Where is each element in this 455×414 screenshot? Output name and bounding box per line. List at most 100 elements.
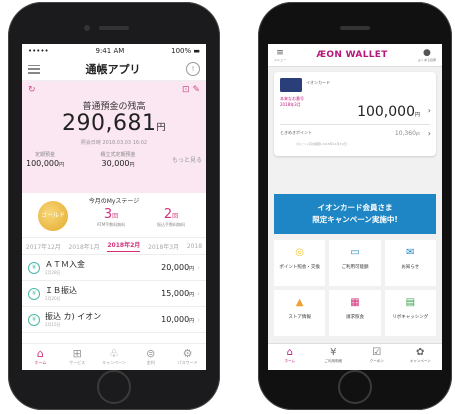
grid-item-available[interactable]: ▭ ご利用可能額 xyxy=(329,240,381,286)
tab-campaign[interactable]: ♧ キャンペーン xyxy=(96,344,133,370)
aeon-wallet-screen: ≡ メニュー ÆON WALLET ● よくある質問 イオンカード 本来なお番号… xyxy=(268,44,442,370)
transaction-row[interactable]: ¥ ＩＢ振込 2月20日 15,000円 › xyxy=(22,281,206,307)
tab-campaign[interactable]: ✿ キャンペーン xyxy=(399,344,443,370)
points-note: （ポイント有効期限 2018年12月31日） xyxy=(294,142,350,146)
app-header: ≡ メニュー ÆON WALLET ● よくある質問 xyxy=(268,44,442,67)
phone-left: ••••• 9:41 AM 100% ▬ 通帳アプリ ! ↻ ⊡ ✎ 普通預金の… xyxy=(8,2,220,410)
faq-button[interactable]: ● よくある質問 xyxy=(417,47,436,62)
balance-toolbar: ↻ ⊡ ✎ xyxy=(22,85,206,95)
tab-home[interactable]: ⌂ ホーム xyxy=(268,344,312,370)
card-tag: 本来なお番号 2018年3月 xyxy=(280,96,304,107)
grid-icon: ⊞ xyxy=(72,347,82,360)
nav-bar: 通帳アプリ ! xyxy=(22,58,206,81)
tab-month-active[interactable]: 2018年2月 xyxy=(107,240,141,252)
aeon-wallet-logo: ÆON WALLET xyxy=(316,50,388,60)
banner-line-1: イオンカード会員さま xyxy=(317,203,393,212)
refresh-icon[interactable]: ↻ xyxy=(28,85,36,95)
points-value: 10,360pt xyxy=(394,130,420,137)
month-tabs: 2017年12月 2018年1月 2018年2月 2018年3月 2018 xyxy=(22,238,206,255)
user-icon: ● xyxy=(423,47,431,58)
time-deposit-label: 定期預金 xyxy=(35,152,56,158)
store-icon: ▲ xyxy=(295,297,304,308)
carrier-signal: ••••• xyxy=(28,47,49,55)
edit-icons[interactable]: ⊡ ✎ xyxy=(182,85,200,95)
tab-coupon[interactable]: ☑ クーポン xyxy=(355,344,399,370)
camera-icon xyxy=(84,25,90,31)
banner-line-2: 限定キャンペーン実施中! xyxy=(312,215,398,224)
see-more-link[interactable]: もっと見る xyxy=(172,155,202,164)
faq-label: よくある質問 xyxy=(417,57,436,62)
balance-amount: 290,681円 xyxy=(22,111,206,136)
yen-icon: ¥ xyxy=(330,347,337,358)
tab-month[interactable]: 2018年1月 xyxy=(69,242,100,251)
transaction-name: ＡＴＭ入金 2月28日 xyxy=(45,260,85,275)
mail-icon: ✉ xyxy=(406,247,415,258)
transaction-amount: 10,000円 xyxy=(161,315,195,324)
coupon-icon: ☑ xyxy=(372,347,382,358)
balance-unit: 円 xyxy=(156,123,166,133)
card-amount: 100,000円 xyxy=(357,104,420,120)
balance-date: 照会日時 2018.03.03 16:02 xyxy=(80,140,148,146)
divider xyxy=(280,124,430,125)
grid-item-points[interactable]: ◎ ポイント照会・交換 xyxy=(274,240,326,286)
bottom-tab-bar: ⌂ ホーム ¥ ご利用明細 ☑ クーポン ✿ キャンペーン xyxy=(268,343,442,370)
tab-interest[interactable]: ⊜ 金利 xyxy=(132,344,169,370)
tab-month[interactable]: 2018 xyxy=(187,243,202,250)
installment-deposit-label: 積立式定期預金 xyxy=(100,152,136,158)
speaker-grille xyxy=(340,26,370,30)
chevron-right-icon: › xyxy=(197,289,200,298)
menu-button[interactable]: ≡ メニュー xyxy=(274,48,287,62)
time-deposit[interactable]: 定期預金 100,000円 xyxy=(26,151,64,168)
grid-item-revolving[interactable]: ▤ リボキャッシング xyxy=(384,290,436,336)
home-button[interactable] xyxy=(97,370,131,404)
transaction-amount: 20,000円 xyxy=(161,263,195,272)
credit-card-icon xyxy=(280,78,302,92)
menu-icon[interactable] xyxy=(28,64,40,74)
tab-password[interactable]: ⚙ パスワード xyxy=(169,344,206,370)
phone-right: ≡ メニュー ÆON WALLET ● よくある質問 イオンカード 本来なお番号… xyxy=(258,2,452,410)
tab-home[interactable]: ⌂ ホーム xyxy=(22,344,59,370)
calendar-icon: ▤ xyxy=(405,297,416,308)
menu-grid: ◎ ポイント照会・交換 ▭ ご利用可能額 ✉ お知らせ ▲ ストア情報 ▦ 請求照会 ▤ リ… xyxy=(274,240,436,336)
tab-statement[interactable]: ¥ ご利用明細 xyxy=(312,344,356,370)
passbook-app-screen: ••••• 9:41 AM 100% ▬ 通帳アプリ ! ↻ ⊡ ✎ 普通預金の… xyxy=(22,44,206,370)
gift-icon: ♧ xyxy=(109,347,119,360)
installment-deposit[interactable]: 積立式定期預金 30,000円 xyxy=(101,151,136,168)
gold-stage-badge: ゴールド xyxy=(38,201,68,231)
card-icon: ▭ xyxy=(350,247,360,258)
transaction-name: ＩＢ振込 2月20日 xyxy=(45,286,77,301)
chevron-right-icon: › xyxy=(427,106,431,115)
grid-item-billing[interactable]: ▦ 請求照会 xyxy=(329,290,381,336)
grid-item-news[interactable]: ✉ お知らせ xyxy=(384,240,436,286)
coin-icon: ◎ xyxy=(295,247,305,258)
home-button[interactable] xyxy=(338,370,372,404)
flower-icon: ✿ xyxy=(416,347,425,358)
tab-month[interactable]: 2018年3月 xyxy=(148,242,179,251)
balance-value: 290,681 xyxy=(62,111,157,136)
menu-label: メニュー xyxy=(274,57,287,62)
atm-free-count: 3回 ATM手数料無料 xyxy=(96,207,126,227)
transaction-name: 振込 カ) イオン 2月15日 xyxy=(45,312,102,327)
chevron-right-icon: › xyxy=(427,129,431,138)
yen-icon: ¥ xyxy=(28,287,40,300)
card-summary[interactable]: イオンカード 本来なお番号 2018年3月 100,000円 › ときめきポイント… xyxy=(274,72,436,156)
my-stage-section: 今月のMyステージ ゴールド 3回 ATM手数料無料 2回 振込手数料無料 xyxy=(22,193,206,238)
notification-icon[interactable]: ! xyxy=(186,62,200,76)
speaker-grille xyxy=(99,26,129,30)
time-deposit-value: 100,000円 xyxy=(26,159,65,168)
page-title: 通帳アプリ xyxy=(85,63,141,76)
tab-service[interactable]: ⊞ サービス xyxy=(59,344,96,370)
tab-month[interactable]: 2017年12月 xyxy=(26,242,61,251)
transaction-amount: 15,000円 xyxy=(161,289,195,298)
chevron-right-icon: › xyxy=(197,263,200,272)
yen-icon: ¥ xyxy=(28,313,40,326)
yen-icon: ¥ xyxy=(28,261,40,274)
points-label: ときめきポイント xyxy=(280,130,312,135)
grid-item-store[interactable]: ▲ ストア情報 xyxy=(274,290,326,336)
transaction-row[interactable]: ¥ ＡＴＭ入金 2月28日 20,000円 › xyxy=(22,255,206,281)
transaction-row[interactable]: ¥ 振込 カ) イオン 2月15日 10,000円 › xyxy=(22,307,206,333)
card-name: イオンカード xyxy=(306,80,330,85)
status-time: 9:41 AM xyxy=(95,47,125,55)
campaign-banner[interactable]: イオンカード会員さま 限定キャンペーン実施中! xyxy=(274,194,436,234)
balance-panel: ↻ ⊡ ✎ 普通預金の残高 290,681円 照会日時 2018.03.03 1… xyxy=(22,81,206,193)
